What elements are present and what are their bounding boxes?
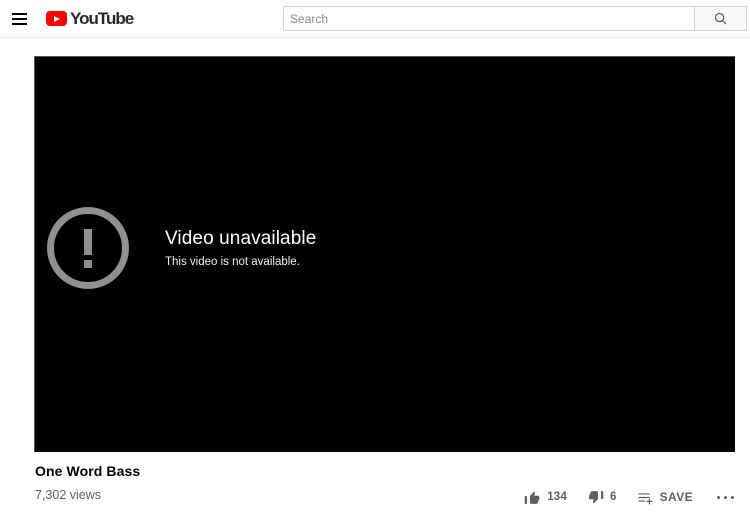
thumbs-down-icon [588,490,604,503]
save-to-playlist-icon [638,492,653,504]
view-count: 7,302 views [35,488,102,502]
like-count: 134 [547,491,567,503]
video-player[interactable]: Video unavailable This video is not avai… [34,56,735,452]
alert-exclamation-circle-icon [47,207,129,289]
exclamation-bar [84,228,92,255]
video-unavailable-message: Video unavailable This video is not avai… [47,207,316,289]
dislike-count: 6 [610,491,617,503]
search-icon [714,12,727,25]
search-bar [283,6,747,31]
play-triangle [54,15,60,22]
video-actions-bar: 134 6 SAVE [524,486,736,508]
search-button[interactable] [694,6,747,31]
video-title: One Word Bass [35,463,141,479]
hamburger-menu-icon[interactable] [6,6,32,32]
youtube-logo[interactable]: YouTube [46,9,134,28]
more-dot [717,495,720,499]
youtube-logo-text: YouTube [70,9,134,28]
hamburger-bar [11,12,27,15]
video-unavailable-text-group: Video unavailable This video is not avai… [165,228,316,268]
masthead-left-group: YouTube [0,6,134,32]
video-unavailable-subtitle: This video is not available. [165,255,300,268]
dislike-button[interactable]: 6 [587,489,617,506]
hamburger-bar [11,17,27,20]
search-input[interactable] [283,6,694,31]
youtube-play-icon [46,11,67,26]
more-dot [731,495,734,499]
masthead-header: YouTube [0,0,750,38]
save-button[interactable]: SAVE [637,489,693,506]
video-unavailable-title: Video unavailable [165,228,317,250]
more-horizontal-icon[interactable] [715,495,736,499]
more-dot [724,495,727,499]
exclamation-dot [84,259,92,268]
like-button[interactable]: 134 [524,489,567,506]
save-label: SAVE [659,490,693,504]
hamburger-bar [11,22,27,25]
thumbs-up-icon [524,491,540,504]
